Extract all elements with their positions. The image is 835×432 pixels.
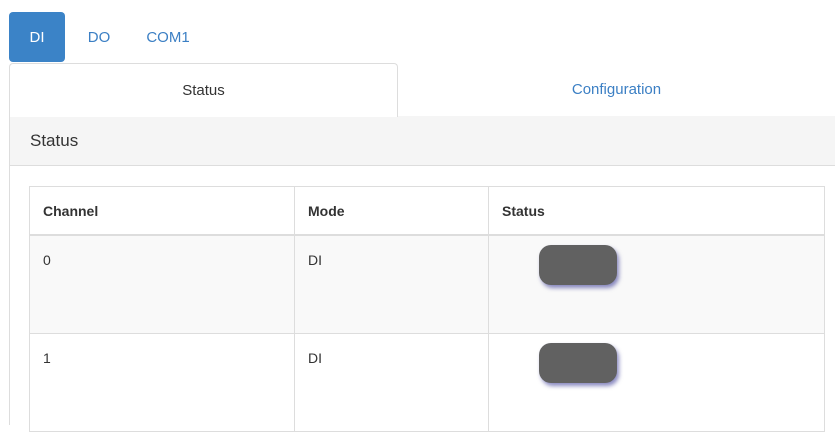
- cell-channel: 0: [29, 234, 295, 334]
- status-panel: Status Channel Mode Status 0 DI 1 DI: [9, 116, 835, 432]
- panel-title: Status: [10, 116, 835, 166]
- channel-table-wrap: Channel Mode Status 0 DI 1 DI: [29, 186, 825, 432]
- pill-do[interactable]: DO: [65, 12, 133, 62]
- view-tabs: Status Configuration: [9, 63, 835, 117]
- cell-mode: DI: [294, 332, 489, 432]
- pill-di[interactable]: DI: [9, 12, 65, 62]
- status-toggle-channel-1[interactable]: [539, 342, 617, 383]
- channel-table: Channel Mode Status 0 DI 1 DI: [29, 186, 825, 432]
- table-header-row: Channel Mode Status: [29, 186, 825, 236]
- table-row: 1 DI: [29, 332, 825, 432]
- cell-channel: 1: [29, 332, 295, 432]
- tab-status[interactable]: Status: [9, 63, 398, 117]
- cell-mode: DI: [294, 234, 489, 334]
- io-type-pills: DI DO COM1: [9, 12, 203, 62]
- table-row: 0 DI: [29, 234, 825, 334]
- cell-status: [488, 234, 825, 334]
- cell-status: [488, 332, 825, 432]
- status-toggle-channel-0[interactable]: [539, 245, 617, 285]
- header-status: Status: [488, 186, 825, 236]
- header-channel: Channel: [29, 186, 295, 236]
- header-mode: Mode: [294, 186, 489, 236]
- pill-com1[interactable]: COM1: [133, 12, 203, 62]
- tab-configuration[interactable]: Configuration: [398, 63, 835, 117]
